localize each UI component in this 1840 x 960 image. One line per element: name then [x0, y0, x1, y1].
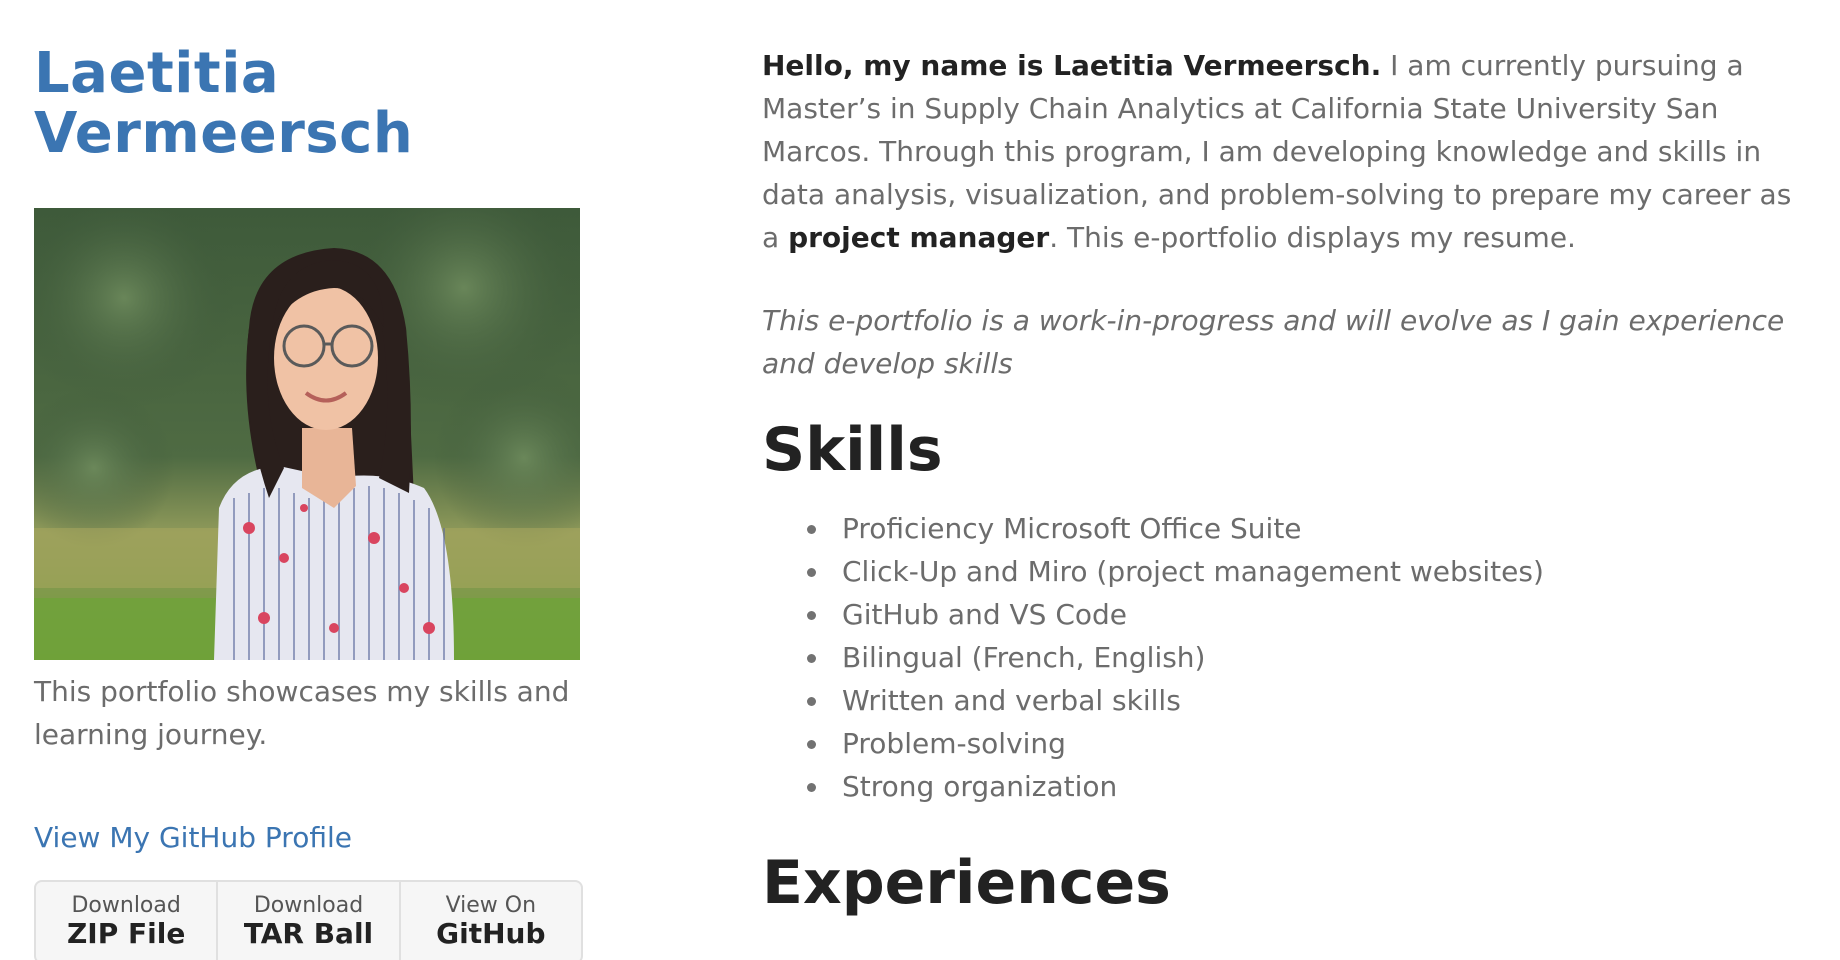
skill-item: Proficiency Microsoft Office Suite [807, 507, 1802, 550]
intro-paragraph: Hello, my name is Laetitia Vermeersch. I… [762, 44, 1802, 259]
intro-role: project manager [788, 221, 1050, 254]
sidebar: Laetitia Vermeersch This portfolio showc… [34, 44, 584, 960]
download-buttons: Download ZIP File Download TAR Ball View… [34, 880, 583, 960]
download-tar-bottom: TAR Ball [243, 917, 374, 950]
skill-item: Bilingual (French, English) [807, 636, 1802, 679]
view-on-github-bottom: GitHub [436, 917, 546, 950]
skills-list: Proficiency Microsoft Office Suite Click… [762, 507, 1802, 808]
skills-heading: Skills [762, 415, 943, 485]
view-on-github-top: View On [445, 893, 537, 918]
site-title-line2: Vermeersch [34, 101, 414, 166]
site-title-line1: Laetitia [34, 41, 280, 106]
tagline: This portfolio showcases my skills and l… [34, 675, 570, 751]
skill-item: Written and verbal skills [807, 679, 1802, 722]
skill-item: GitHub and VS Code [807, 593, 1802, 636]
site-title: Laetitia Vermeersch [34, 44, 584, 164]
download-zip-button[interactable]: Download ZIP File [36, 882, 219, 960]
main-content: Hello, my name is Laetitia Vermeersch. I… [762, 44, 1802, 940]
skill-item: Problem-solving [807, 722, 1802, 765]
download-tar-top: Download [253, 893, 364, 918]
intro-text-2: . This e-portfolio displays my resume. [1049, 221, 1576, 254]
github-profile-link[interactable]: View My GitHub Profile [34, 818, 352, 858]
wip-note: This e-portfolio is a work-in-progress a… [762, 304, 1785, 380]
experiences-heading: Experiences [762, 848, 1171, 918]
skill-item: Strong organization [807, 765, 1802, 808]
download-zip-bottom: ZIP File [67, 917, 186, 950]
profile-photo [34, 208, 580, 660]
download-zip-top: Download [71, 893, 181, 918]
view-on-github-button[interactable]: View On GitHub [401, 882, 581, 960]
intro-greeting: Hello, my name is Laetitia Vermeersch. [762, 49, 1382, 82]
download-tar-button[interactable]: Download TAR Ball [218, 882, 401, 960]
skill-item: Click-Up and Miro (project management we… [807, 550, 1802, 593]
